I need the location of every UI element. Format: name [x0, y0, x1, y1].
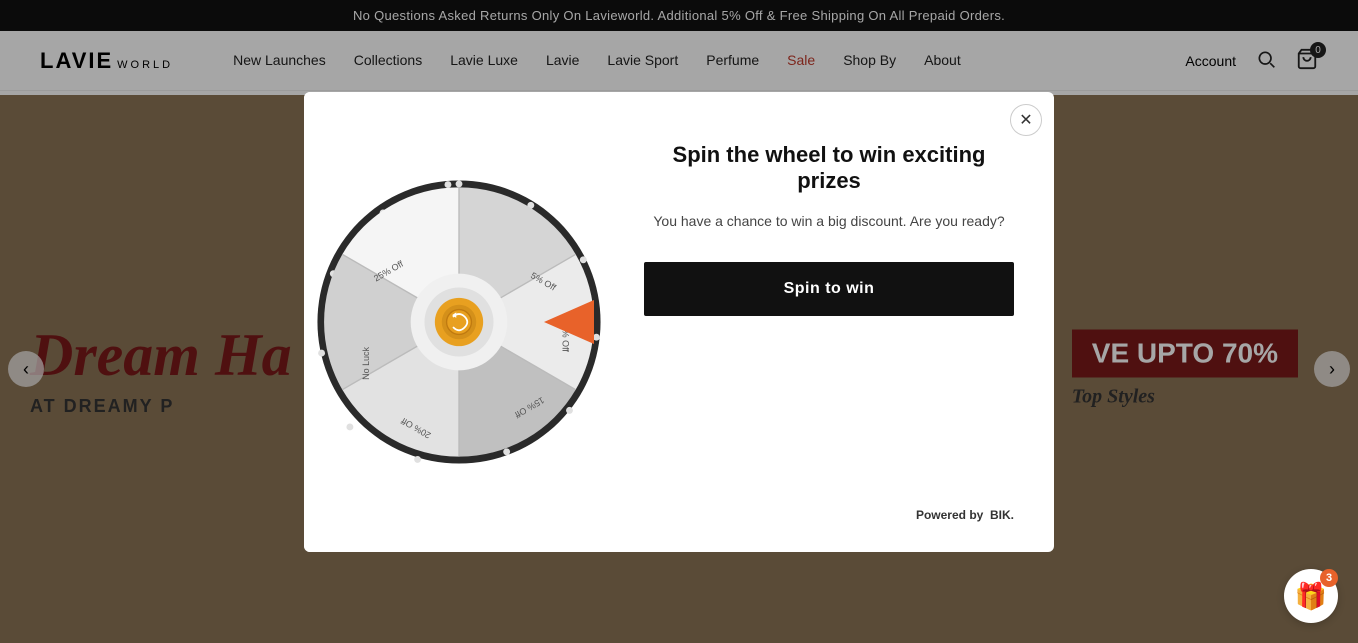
svg-text:No Luck: No Luck — [361, 346, 371, 379]
gift-icon: 🎁 — [1295, 581, 1327, 612]
modal-content: Spin the wheel to win exciting prizes Yo… — [614, 92, 1054, 552]
wheel-pointer — [544, 300, 594, 344]
spin-modal: ✕ — [304, 92, 1054, 552]
close-button[interactable]: ✕ — [1010, 104, 1042, 136]
gift-notification[interactable]: 🎁 3 — [1284, 569, 1338, 623]
modal-title: Spin the wheel to win exciting prizes — [644, 142, 1014, 194]
modal-description: You have a chance to win a big discount.… — [653, 210, 1004, 232]
gift-badge: 3 — [1320, 569, 1338, 587]
spin-to-win-button[interactable]: Spin to win — [644, 262, 1014, 316]
wheel-container: 5% Off 10% Off 15% Off 20% Off No Luck 2… — [314, 92, 604, 552]
wheel-side: 5% Off 10% Off 15% Off 20% Off No Luck 2… — [304, 92, 614, 552]
powered-by: Powered by BIK. — [644, 478, 1014, 522]
